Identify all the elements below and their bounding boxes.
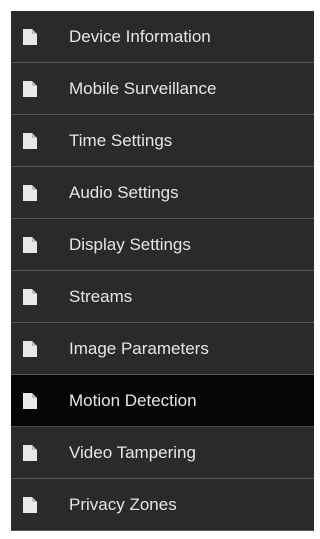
menu-item-label: Time Settings [69,130,173,150]
menu-item-audio-settings[interactable]: Audio Settings [11,167,314,219]
document-icon [23,236,37,253]
menu-item-label: Video Tampering [69,442,196,462]
menu-item-label: Device Information [69,26,211,46]
menu-item-label: Image Parameters [69,338,209,358]
document-icon [23,444,37,461]
menu-item-privacy-zones[interactable]: Privacy Zones [11,479,314,531]
menu-item-label: Audio Settings [69,182,179,202]
menu-item-device-information[interactable]: Device Information [11,11,314,63]
document-icon [23,80,37,97]
menu-item-time-settings[interactable]: Time Settings [11,115,314,167]
document-icon [23,184,37,201]
menu-item-mobile-surveillance[interactable]: Mobile Surveillance [11,63,314,115]
menu-item-display-settings[interactable]: Display Settings [11,219,314,271]
menu-item-label: Display Settings [69,234,191,254]
menu-item-label: Motion Detection [69,390,197,410]
menu-item-streams[interactable]: Streams [11,271,314,323]
settings-menu: Device Information Mobile Surveillance T… [11,11,314,531]
menu-item-label: Mobile Surveillance [69,78,217,98]
menu-item-label: Streams [69,286,133,306]
document-icon [23,288,37,305]
document-icon [23,340,37,357]
menu-item-video-tampering[interactable]: Video Tampering [11,427,314,479]
document-icon [23,392,37,409]
document-icon [23,496,37,513]
document-icon [23,132,37,149]
menu-item-motion-detection[interactable]: Motion Detection [11,375,314,427]
menu-item-image-parameters[interactable]: Image Parameters [11,323,314,375]
document-icon [23,28,37,45]
menu-item-label: Privacy Zones [69,494,177,514]
